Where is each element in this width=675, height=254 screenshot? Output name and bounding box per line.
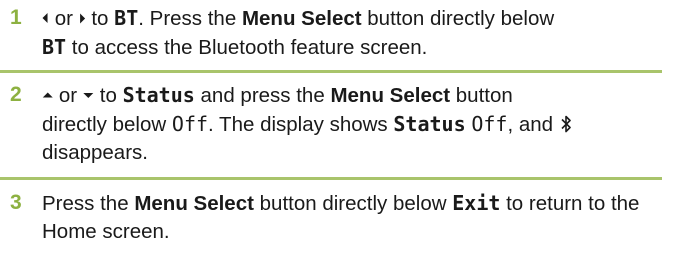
step-text: button directly below xyxy=(367,7,555,30)
step-text: to xyxy=(91,7,109,30)
down-arrow-icon: ⏷ xyxy=(82,87,95,103)
step-1: 1 ⏴ or ⏵ to BT. Press the Menu Select bu… xyxy=(0,0,675,70)
display-text-bt: BT xyxy=(42,35,67,59)
step-text: directly below xyxy=(42,113,167,136)
menu-select-label: Menu Select xyxy=(134,192,254,215)
step-text: disappears. xyxy=(42,141,148,164)
step-number: 1 xyxy=(10,6,22,29)
step-text: , and xyxy=(507,113,554,136)
step-text: and press the xyxy=(200,84,325,107)
step-2: 2 ⏶ or ⏷ to Status and press the Menu Se… xyxy=(0,73,675,177)
step-text: to access the Bluetooth feature screen. xyxy=(71,36,428,59)
up-arrow-icon: ⏶ xyxy=(42,87,54,103)
display-text-status: Status xyxy=(122,83,195,107)
step-text: Press the xyxy=(42,192,129,215)
menu-select-label: Menu Select xyxy=(330,84,451,107)
display-text-status: Status xyxy=(393,112,466,136)
step-text: to xyxy=(99,84,117,107)
step-text: button xyxy=(455,84,513,107)
instruction-steps: 1 ⏴ or ⏵ to BT. Press the Menu Select bu… xyxy=(0,0,675,252)
step-text: . Press the xyxy=(138,7,237,30)
right-arrow-icon: ⏵ xyxy=(78,10,86,26)
step-text: . The display shows xyxy=(208,113,388,136)
step-number: 3 xyxy=(10,191,22,214)
step-3: 3 Press the Menu Select button directly … xyxy=(0,180,675,252)
display-text-exit: Exit xyxy=(452,191,501,215)
display-text-off: Off xyxy=(471,112,508,136)
step-text: or xyxy=(58,84,78,107)
step-text: button directly below xyxy=(259,192,447,215)
display-text-off: Off xyxy=(171,112,209,136)
step-text: or xyxy=(54,7,73,30)
bluetooth-icon xyxy=(561,115,571,133)
display-text-bt: BT xyxy=(114,6,139,30)
menu-select-label: Menu Select xyxy=(241,7,362,30)
step-number: 2 xyxy=(10,83,22,106)
left-arrow-icon: ⏴ xyxy=(42,10,49,26)
